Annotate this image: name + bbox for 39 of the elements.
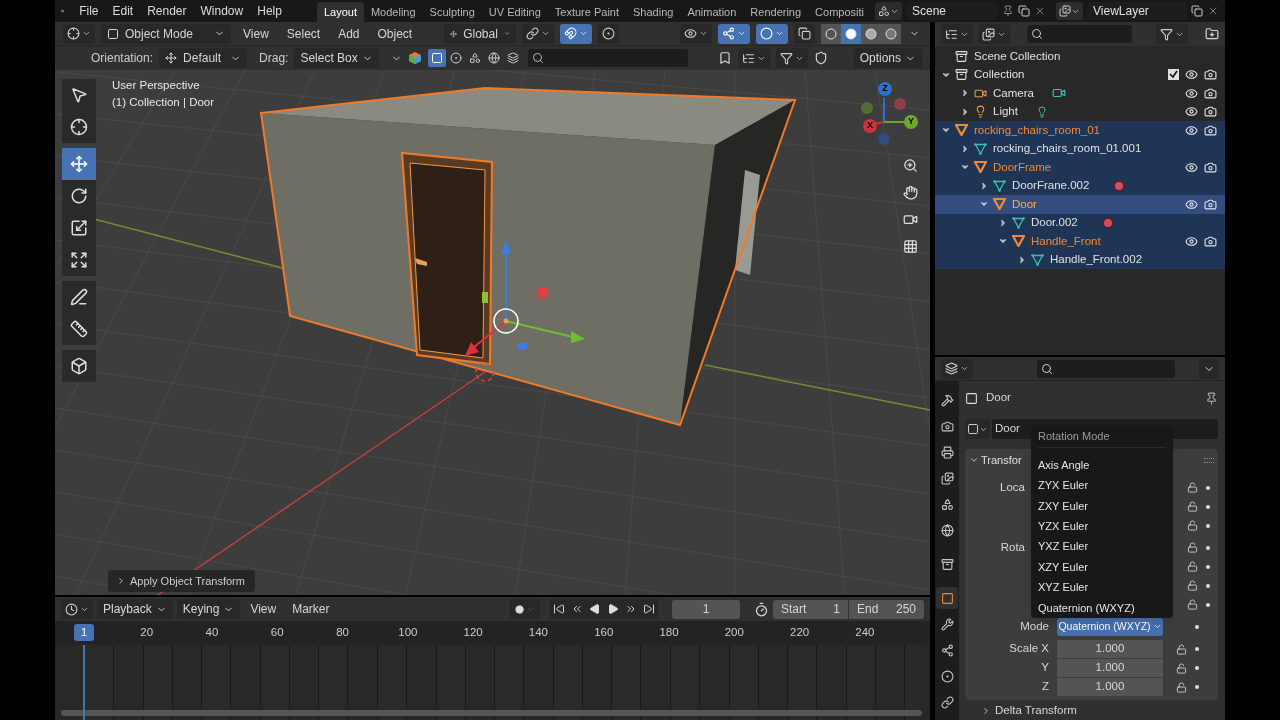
frame-number: 100 <box>397 625 419 641</box>
outliner-item-name: Collection <box>974 67 1025 83</box>
outliner-item-name: Light <box>993 104 1018 120</box>
outliner-item-name: Door.002 <box>1031 215 1078 231</box>
frame-number: 20 <box>139 625 155 641</box>
frame-number: 160 <box>593 625 615 641</box>
outliner-item-name: Scene Collection <box>974 48 1061 64</box>
outliner-item-name: rocking_chairs_room_01.001 <box>993 141 1142 157</box>
frame-number: 140 <box>527 625 549 641</box>
outliner-item-name: Handle_Front <box>1031 233 1101 249</box>
panel-title: Delta Transform <box>995 703 1077 719</box>
frame-number: 60 <box>269 625 285 641</box>
menu-title: Rotation Mode <box>1038 425 1166 448</box>
outliner-item-name: rocking_chairs_room_01 <box>974 122 1100 138</box>
frame-number: 200 <box>723 625 745 641</box>
frame-number: 180 <box>658 625 680 641</box>
frame-number: 240 <box>854 625 876 641</box>
location-label: Loca <box>1000 480 1025 493</box>
view-name-text: User Perspective <box>112 78 201 93</box>
scale-label: Scale X <box>1008 641 1049 657</box>
object-name-text: Door <box>986 390 1012 406</box>
frame-number: 80 <box>335 625 350 641</box>
panel-title: Transfor <box>981 452 1022 468</box>
frame-number: 40 <box>204 625 220 641</box>
outliner-item-name: Camera <box>993 85 1034 101</box>
scale-label: Z <box>1040 679 1049 695</box>
outliner-item-name: Door <box>1012 196 1037 212</box>
outliner-item-name: DoorFrame <box>993 159 1052 175</box>
context-text: (1) Collection | Door <box>112 95 215 110</box>
rotation-label: Rota <box>1000 540 1025 553</box>
frame-number: 120 <box>462 625 484 641</box>
mode-label: Mode <box>1019 618 1049 634</box>
outliner-item-name: DoorFrane.002 <box>1012 178 1090 194</box>
frame-number: 220 <box>789 625 811 641</box>
drag-label: Drag: <box>259 50 289 67</box>
outliner-item-name: Handle_Front.002 <box>1050 252 1143 268</box>
playhead-frame-badge: 1 <box>74 624 94 641</box>
orientation-label: Orientation: <box>91 50 154 67</box>
scale-label: Y <box>1040 660 1049 676</box>
